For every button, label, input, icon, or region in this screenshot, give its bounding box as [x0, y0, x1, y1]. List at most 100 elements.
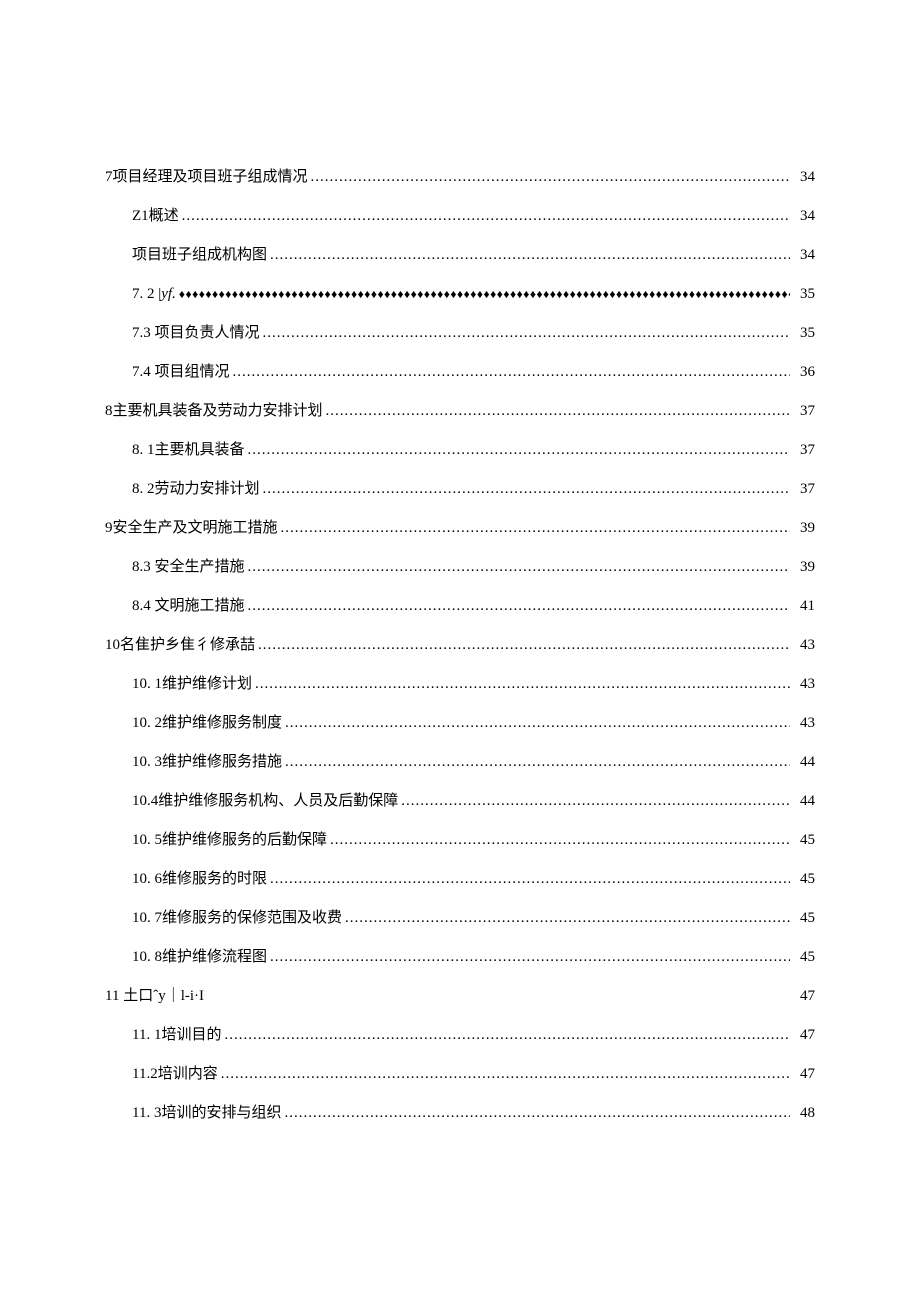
toc-leader-dots [284, 1101, 790, 1125]
toc-entry-page: 44 [793, 789, 815, 813]
toc-entry-page: 47 [793, 984, 815, 1008]
toc-entry-page: 34 [793, 204, 815, 228]
toc-leader-dots [285, 750, 790, 774]
toc-entry: 11. 1培训目的 47 [105, 1023, 815, 1047]
toc-entry: 8. 2劳动力安排计划 37 [105, 477, 815, 501]
toc-entry: 10. 6维修服务的时限 45 [105, 867, 815, 891]
toc-entry: 8.3 安全生产措施 39 [105, 555, 815, 579]
toc-entry-page: 48 [793, 1101, 815, 1125]
toc-leader-dots [255, 672, 790, 696]
toc-entry-page: 34 [793, 165, 815, 189]
toc-entry-label: 10. 7维修服务的保修范围及收费 [132, 906, 342, 930]
toc-entry-label: 10.4维护维修服务机构、人员及后勤保障 [132, 789, 398, 813]
toc-entry-label: 7.4 项目组情况 [132, 360, 230, 384]
toc-entry: 8主要机具装备及劳动力安排计划 37 [105, 399, 815, 423]
toc-entry-page: 43 [793, 672, 815, 696]
toc-leader-dots [263, 477, 790, 501]
toc-entry-page: 36 [793, 360, 815, 384]
toc-leader-dots [233, 360, 790, 384]
toc-leader-dots [345, 906, 790, 930]
toc-entry-page: 39 [793, 555, 815, 579]
toc-entry-label: 10. 6维修服务的时限 [132, 867, 267, 891]
toc-entry-page: 35 [793, 282, 815, 306]
toc-entry-label: 8.4 文明施工措施 [132, 594, 245, 618]
toc-leader-dots [182, 204, 790, 228]
toc-entry: 11.2培训内容 47 [105, 1062, 815, 1086]
toc-entry: 8. 1主要机具装备 37 [105, 438, 815, 462]
table-of-contents: 7项目经理及项目班子组成情况 34 Z1概述 34 项目班子组成机构图 34 7. 2 |y… [105, 165, 815, 1125]
toc-entry-label: 9安全生产及文明施工措施 [105, 516, 278, 540]
toc-entry: Z1概述 34 [105, 204, 815, 228]
toc-entry: 10. 1维护维修计划 43 [105, 672, 815, 696]
toc-leader-dots [248, 438, 790, 462]
toc-entry: 10.4维护维修服务机构、人员及后勤保障 44 [105, 789, 815, 813]
toc-entry: 10. 5维护维修服务的后勤保障 45 [105, 828, 815, 852]
toc-entry: 7. 2 |yf. 35 [105, 282, 815, 306]
toc-entry-page: 37 [793, 438, 815, 462]
toc-entry-page: 34 [793, 243, 815, 267]
toc-entry-label: 10. 3维护维修服务措施 [132, 750, 282, 774]
toc-entry-label: 10. 8维护维修流程图 [132, 945, 267, 969]
toc-entry-label: 8主要机具装备及劳动力安排计划 [105, 399, 323, 423]
toc-entry-label: 11. 1培训目的 [132, 1023, 221, 1047]
toc-entry-label: 8. 1主要机具装备 [132, 438, 245, 462]
toc-leader-dots [270, 243, 790, 267]
toc-leader-dots [270, 867, 790, 891]
toc-leader-dots [285, 711, 790, 735]
toc-entry-label: 11. 3培训的安排与组织 [132, 1101, 281, 1125]
toc-entry-page: 47 [793, 1023, 815, 1047]
toc-entry: 项目班子组成机构图 34 [105, 243, 815, 267]
toc-entry-page: 43 [793, 633, 815, 657]
toc-entry-page: 41 [793, 594, 815, 618]
toc-entry: 10. 3维护维修服务措施 44 [105, 750, 815, 774]
toc-entry-page: 45 [793, 945, 815, 969]
toc-leader-dots [248, 594, 790, 618]
toc-leader-dots [281, 516, 790, 540]
toc-entry: 7.3 项目负责人情况 35 [105, 321, 815, 345]
toc-entry-label: 10名隹护乡隹彳修承喆 [105, 633, 255, 657]
toc-entry: 11 土口ˆy｜l-i·I 47 [105, 984, 815, 1008]
toc-entry-page: 35 [793, 321, 815, 345]
toc-leader-dots [263, 321, 790, 345]
toc-entry-label: 10. 2维护维修服务制度 [132, 711, 282, 735]
toc-entry-label: 11 土口ˆy｜l-i·I [105, 984, 204, 1008]
toc-entry-page: 39 [793, 516, 815, 540]
toc-entry: 10名隹护乡隹彳修承喆 43 [105, 633, 815, 657]
toc-entry: 10. 8维护维修流程图 45 [105, 945, 815, 969]
toc-entry-label: 8.3 安全生产措施 [132, 555, 245, 579]
toc-entry-label: Z1概述 [132, 204, 179, 228]
toc-entry-page: 37 [793, 477, 815, 501]
toc-entry-label: 项目班子组成机构图 [132, 243, 267, 267]
toc-leader-dots [270, 945, 790, 969]
toc-leader-diamonds [179, 285, 790, 304]
toc-entry: 7项目经理及项目班子组成情况 34 [105, 165, 815, 189]
toc-entry: 7.4 项目组情况 36 [105, 360, 815, 384]
toc-entry: 10. 7维修服务的保修范围及收费 45 [105, 906, 815, 930]
toc-entry-label: 11.2培训内容 [132, 1062, 218, 1086]
toc-leader-dots [401, 789, 790, 813]
toc-entry-page: 37 [793, 399, 815, 423]
toc-entry: 8.4 文明施工措施 41 [105, 594, 815, 618]
toc-entry-page: 44 [793, 750, 815, 774]
toc-entry-label: 7. 2 |yf. [132, 282, 176, 306]
toc-leader-dots [248, 555, 790, 579]
toc-entry-label: 8. 2劳动力安排计划 [132, 477, 260, 501]
toc-entry-page: 43 [793, 711, 815, 735]
toc-leader-dots [311, 165, 790, 189]
toc-entry-page: 47 [793, 1062, 815, 1086]
toc-entry-label: 10. 5维护维修服务的后勤保障 [132, 828, 327, 852]
toc-entry-label: 10. 1维护维修计划 [132, 672, 252, 696]
toc-leader-dots [330, 828, 790, 852]
toc-leader-dots [224, 1023, 790, 1047]
toc-entry-page: 45 [793, 906, 815, 930]
toc-leader-dots [258, 633, 790, 657]
toc-leader-dots [326, 399, 790, 423]
toc-leader-dots [221, 1062, 790, 1086]
toc-entry: 11. 3培训的安排与组织 48 [105, 1101, 815, 1125]
toc-entry-label: 7.3 项目负责人情况 [132, 321, 260, 345]
toc-entry-label: 7项目经理及项目班子组成情况 [105, 165, 308, 189]
toc-entry-page: 45 [793, 828, 815, 852]
toc-entry: 9安全生产及文明施工措施 39 [105, 516, 815, 540]
toc-entry: 10. 2维护维修服务制度 43 [105, 711, 815, 735]
toc-entry-page: 45 [793, 867, 815, 891]
